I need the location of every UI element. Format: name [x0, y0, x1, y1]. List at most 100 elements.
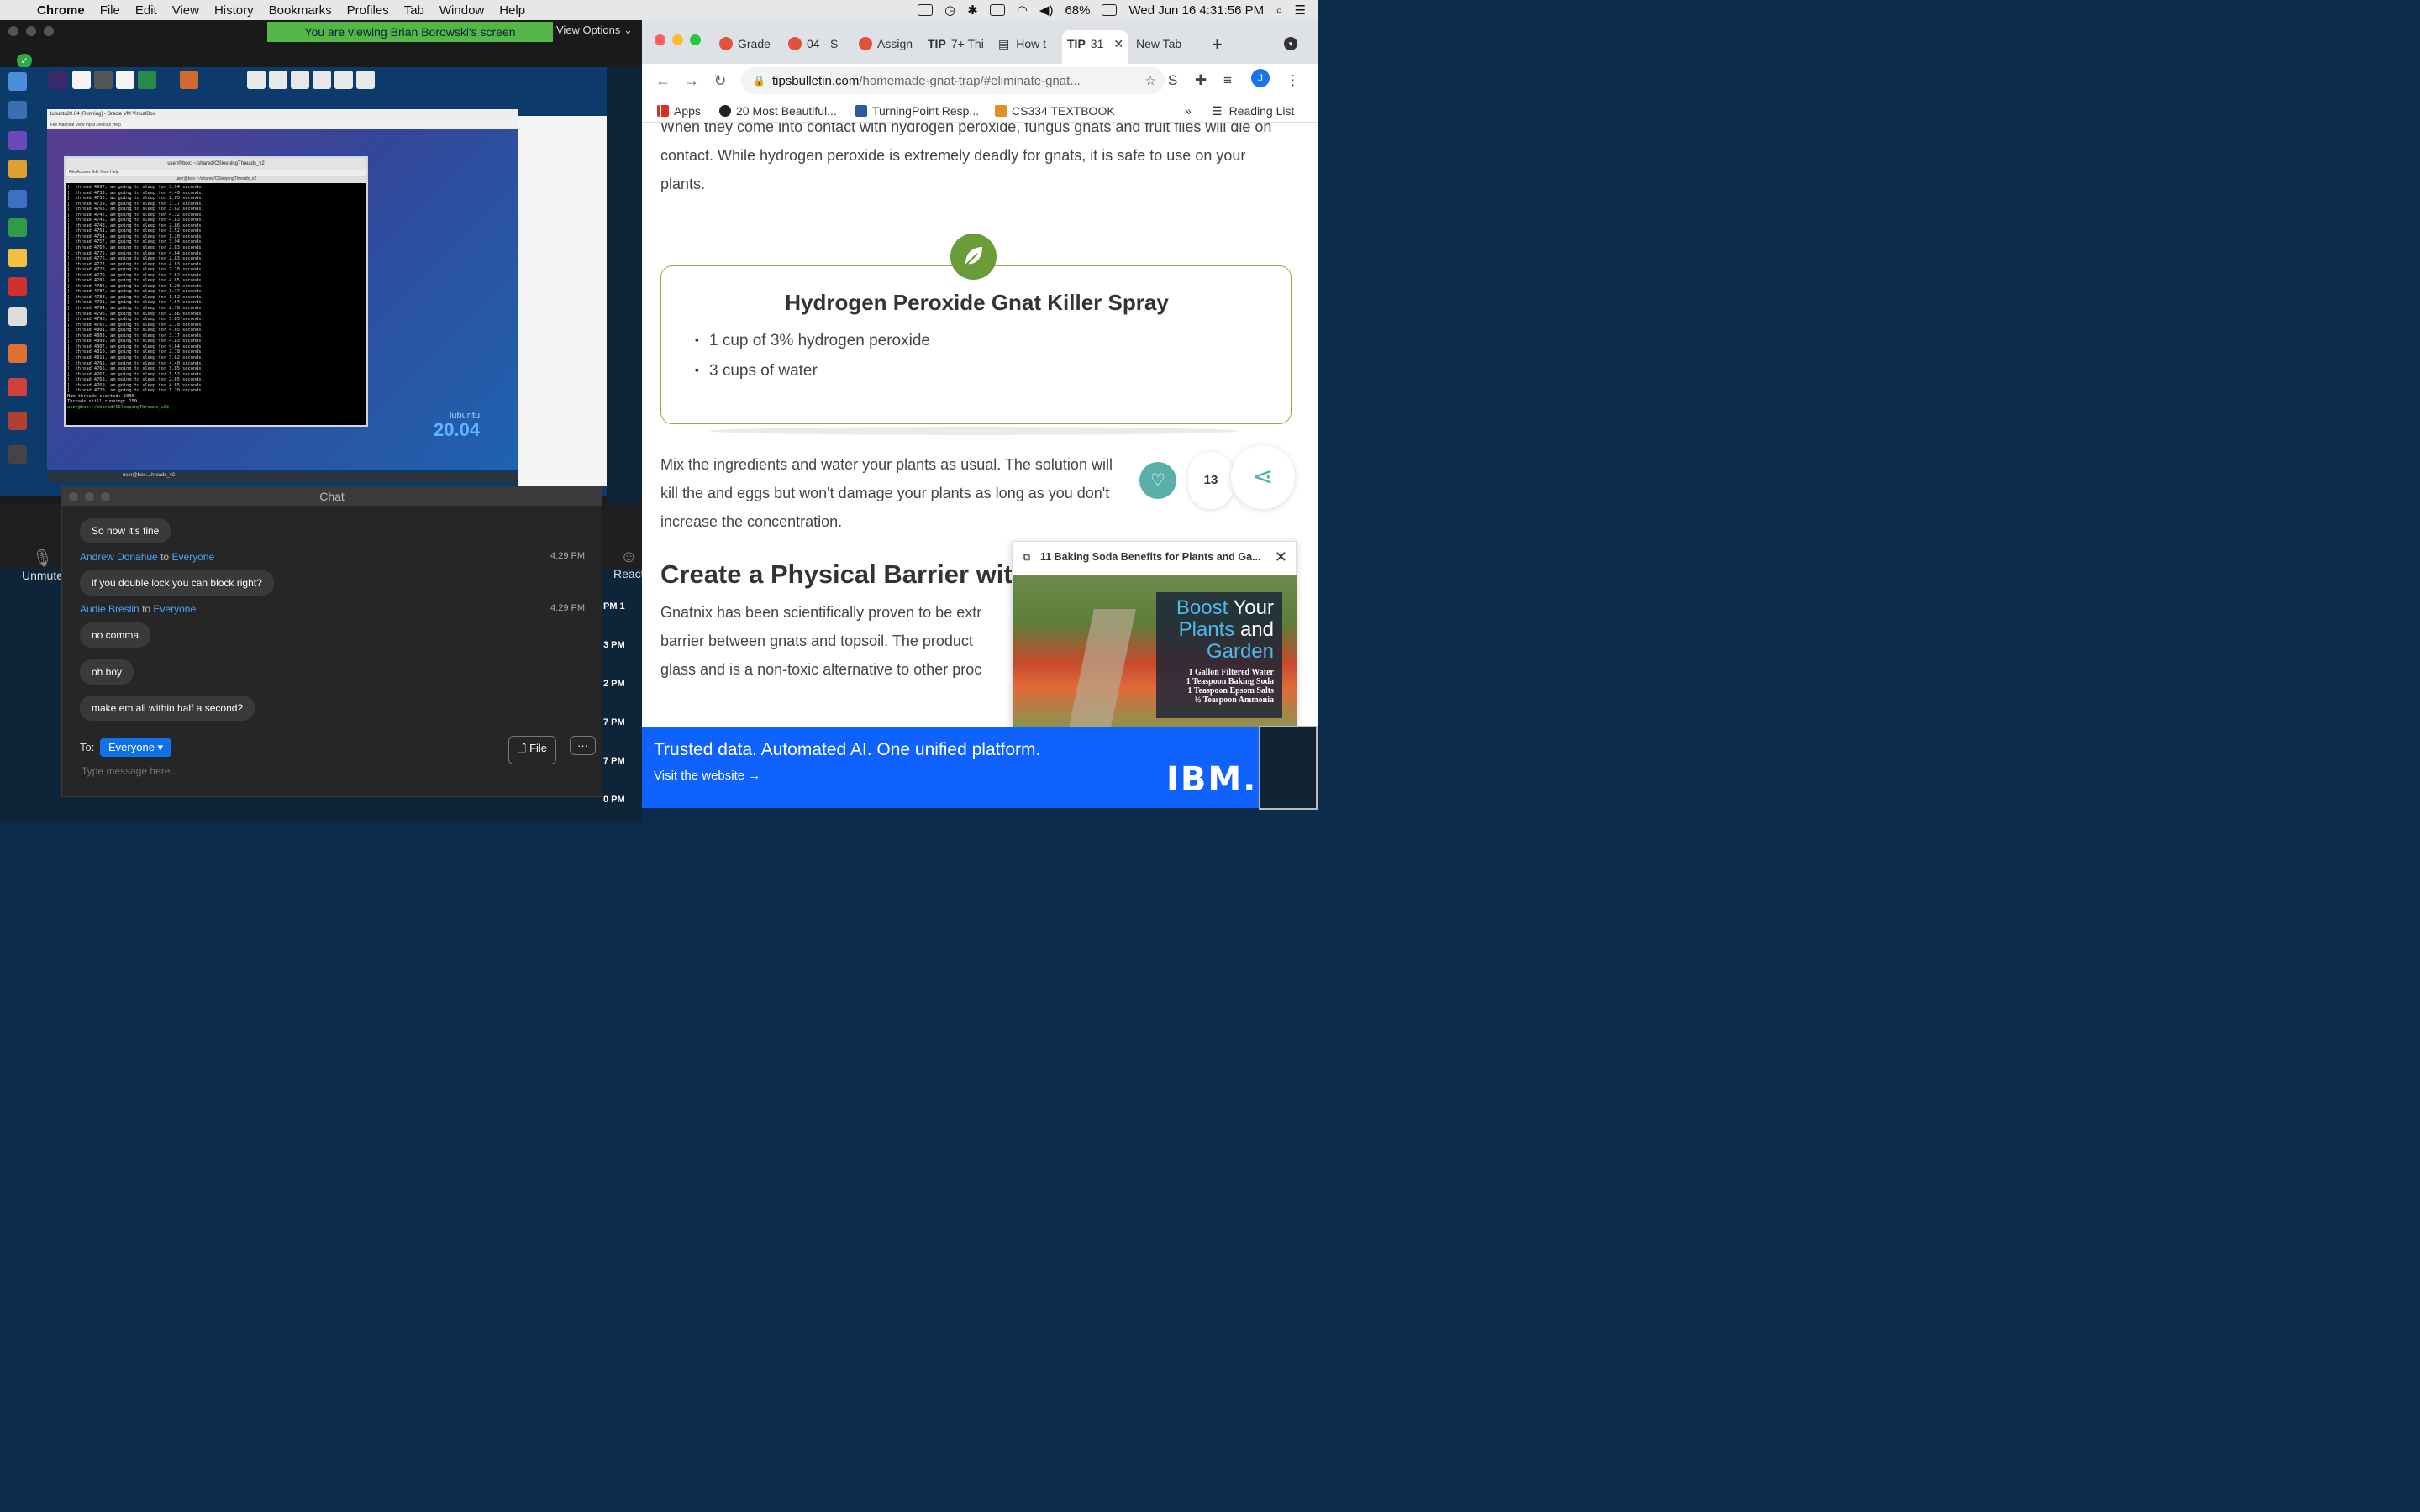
maximize-icon[interactable]: [690, 34, 701, 45]
desktop-icon[interactable]: [313, 71, 331, 89]
chat-message-input[interactable]: [82, 765, 502, 777]
desktop-icon[interactable]: [72, 71, 91, 89]
media-controls-icon[interactable]: ≡: [1223, 72, 1232, 89]
close-icon[interactable]: [655, 34, 666, 45]
wifi-icon[interactable]: ◠: [1017, 3, 1028, 18]
menu-help[interactable]: Help: [492, 3, 533, 18]
taskbar-item[interactable]: user@box:...hreads_v2: [123, 473, 175, 478]
ad-link[interactable]: Visit the website →: [654, 769, 760, 783]
menu-window[interactable]: Window: [432, 3, 492, 18]
editplus-window[interactable]: [518, 116, 607, 486]
unmute-button[interactable]: 🎙 Unmute: [22, 548, 63, 582]
tab-04[interactable]: 04 - S: [788, 30, 849, 57]
volume-icon[interactable]: ◀): [1039, 3, 1054, 18]
desktop-icon[interactable]: [8, 101, 27, 119]
popup-title[interactable]: 11 Baking Soda Benefits for Plants and G…: [1040, 551, 1261, 563]
extension-s-icon[interactable]: S: [1168, 72, 1177, 89]
battery-percent[interactable]: 68%: [1065, 3, 1090, 18]
view-options-button[interactable]: View Options ⌄: [556, 24, 633, 37]
maximize-icon[interactable]: [101, 492, 110, 501]
tab-7-things[interactable]: TIP 7+ Thi: [928, 30, 995, 57]
menu-view[interactable]: View: [165, 3, 207, 18]
menu-app-name[interactable]: Chrome: [34, 3, 92, 18]
chrome-menu-icon[interactable]: ⋮: [1286, 72, 1300, 89]
maximize-icon[interactable]: [44, 26, 54, 36]
bookmarks-overflow-icon[interactable]: »: [1185, 104, 1192, 118]
menu-profiles[interactable]: Profiles: [339, 3, 397, 18]
close-icon[interactable]: [8, 26, 18, 36]
desktop-icon[interactable]: [8, 72, 27, 91]
virtualbox-titlebar[interactable]: lubuntu20.04 [Running] - Oracle VM Virtu…: [47, 109, 518, 123]
minimize-icon[interactable]: [85, 492, 94, 501]
terminal-window[interactable]: user@box: ~/shared/CSleepingThreads_v2 F…: [64, 156, 368, 427]
popup-image[interactable]: Boost Your Plants and Garden 1 Gallon Fi…: [1013, 575, 1297, 735]
clock[interactable]: Wed Jun 16 4:31:56 PM: [1128, 3, 1264, 18]
desktop-icon[interactable]: [180, 71, 198, 89]
tab-new-tab[interactable]: New Tab: [1136, 30, 1203, 57]
tab-how-to[interactable]: ▤ How t: [998, 30, 1059, 57]
desktop-icon[interactable]: [138, 71, 156, 89]
time-machine-icon[interactable]: ◷: [944, 3, 955, 18]
desktop-icon[interactable]: [8, 218, 27, 237]
close-icon[interactable]: ✕: [1275, 549, 1287, 566]
desktop-icon[interactable]: [116, 71, 134, 89]
desktop-icon[interactable]: [49, 71, 67, 89]
screen-thumbnail[interactable]: [1259, 726, 1318, 810]
heart-icon[interactable]: ♡: [1139, 462, 1176, 499]
desktop-icon[interactable]: [291, 71, 309, 89]
bookmark-apps[interactable]: Apps: [657, 104, 701, 118]
desktop-icon[interactable]: [8, 190, 27, 208]
desktop-icon[interactable]: [356, 71, 375, 89]
tab-close-icon[interactable]: ✕: [1113, 37, 1123, 50]
back-arrow-icon[interactable]: ←: [649, 72, 677, 90]
bookmark-turningpoint[interactable]: TurningPoint Resp...: [855, 104, 979, 118]
desktop-icon[interactable]: [8, 412, 27, 430]
bookmark-20-most-beautiful[interactable]: 20 Most Beautiful...: [719, 104, 837, 118]
tab-assign[interactable]: Assign: [859, 30, 919, 57]
tab-search-icon[interactable]: ▾: [1284, 37, 1297, 50]
desktop-icon[interactable]: [8, 249, 27, 267]
desktop-icon[interactable]: [8, 160, 27, 178]
tab-active[interactable]: TIP 31 ✕: [1062, 30, 1128, 64]
keyboard-icon[interactable]: [989, 4, 1005, 16]
desktop-icon[interactable]: [269, 71, 287, 89]
control-center-icon[interactable]: ☰: [1295, 3, 1306, 18]
desktop-icon[interactable]: [247, 71, 266, 89]
desktop-icon[interactable]: [8, 344, 27, 363]
desktop-icon[interactable]: [334, 71, 353, 89]
bookmark-cs334-textbook[interactable]: CS334 TEXTBOOK: [995, 104, 1115, 118]
chat-titlebar[interactable]: Chat: [62, 487, 602, 506]
terminal-titlebar[interactable]: user@box: ~/shared/CSleepingThreads_v2: [66, 158, 366, 170]
minimize-icon[interactable]: [672, 34, 683, 45]
share-icon[interactable]: ⋖: [1231, 445, 1295, 509]
new-tab-plus-icon[interactable]: +: [1212, 34, 1223, 55]
close-icon[interactable]: [69, 492, 78, 501]
bluetooth-icon[interactable]: ✱: [967, 3, 978, 18]
profile-avatar[interactable]: J: [1251, 69, 1270, 87]
desktop-icon[interactable]: [8, 277, 27, 296]
menu-file[interactable]: File: [92, 3, 128, 18]
forward-arrow-icon[interactable]: →: [677, 72, 706, 90]
extensions-puzzle-icon[interactable]: ✚: [1195, 72, 1207, 89]
desktop-icon[interactable]: [8, 131, 27, 150]
menu-edit[interactable]: Edit: [128, 3, 165, 18]
terminal-menubar[interactable]: File Actions Edit View Help: [66, 170, 366, 176]
desktop-icon[interactable]: [94, 71, 113, 89]
terminal-tab[interactable]: user@box: ~/shared/CSleepingThreads_v2: [66, 176, 366, 183]
battery-icon[interactable]: [1102, 4, 1118, 16]
menu-history[interactable]: History: [207, 3, 261, 18]
minimize-icon[interactable]: [26, 26, 36, 36]
recommended-article-popup[interactable]: ⧉ 11 Baking Soda Benefits for Plants and…: [1012, 541, 1297, 737]
desktop-icon[interactable]: [8, 378, 27, 396]
desktop-icon[interactable]: [8, 307, 27, 326]
chat-recipient-select[interactable]: Everyone ▾: [100, 738, 172, 757]
zoom-status-icon[interactable]: [918, 4, 934, 16]
menu-bookmarks[interactable]: Bookmarks: [261, 3, 339, 18]
virtualbox-menubar[interactable]: File Machine View Input Devices Help: [47, 123, 518, 129]
desktop-icon[interactable]: [8, 445, 27, 464]
tab-grade[interactable]: Grade: [719, 30, 780, 57]
chat-more-button[interactable]: ···: [570, 736, 596, 755]
ibm-advertisement[interactable]: Trusted data. Automated AI. One unified …: [642, 727, 1318, 808]
spotlight-icon[interactable]: ⌕: [1276, 3, 1282, 18]
chat-file-button[interactable]: 🗋 File: [508, 736, 557, 764]
